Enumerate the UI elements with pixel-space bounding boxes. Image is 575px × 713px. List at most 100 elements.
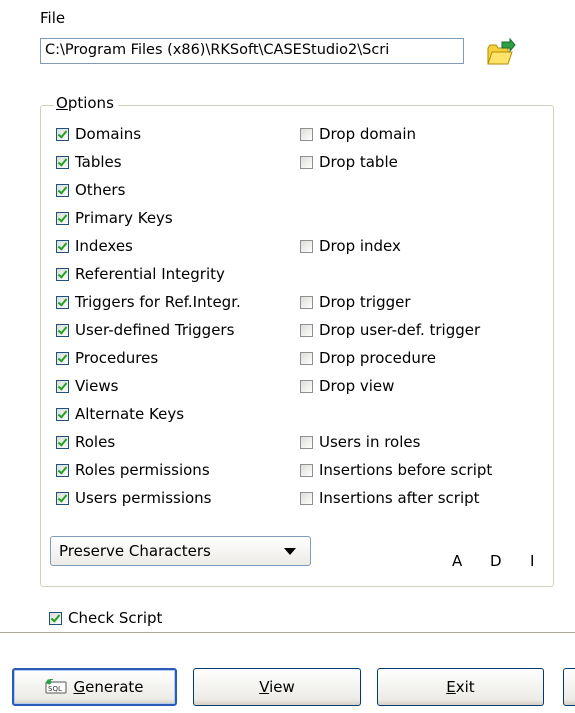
checkbox-users-permissions[interactable]: Users permissions bbox=[56, 489, 212, 507]
checkbox-others[interactable]: Others bbox=[56, 181, 125, 199]
case-letter-d[interactable]: D bbox=[490, 552, 502, 570]
checkbox-drop-index[interactable]: Drop index bbox=[300, 237, 401, 255]
checkbox-tables[interactable]: Tables bbox=[56, 153, 122, 171]
options-legend: Options bbox=[54, 94, 118, 112]
separator bbox=[0, 632, 575, 636]
file-path-input[interactable]: C:\Program Files (x86)\RKSoft\CASEStudio… bbox=[40, 38, 464, 64]
checkbox-box[interactable] bbox=[56, 491, 69, 505]
checkbox-box[interactable] bbox=[300, 155, 313, 169]
checkbox-label: Insertions after script bbox=[319, 489, 480, 507]
checkbox-label: Drop procedure bbox=[319, 349, 436, 367]
checkbox-label: Users in roles bbox=[319, 433, 421, 451]
case-select-value: Preserve Characters bbox=[59, 542, 211, 560]
checkbox-box[interactable] bbox=[56, 351, 69, 365]
file-label: File bbox=[40, 9, 66, 27]
checkbox-box[interactable] bbox=[56, 127, 69, 141]
checkbox-box[interactable] bbox=[56, 183, 69, 197]
generate-button[interactable]: SQL Generate bbox=[12, 668, 177, 706]
checkbox-box[interactable] bbox=[300, 463, 313, 477]
checkbox-label: Referential Integrity bbox=[75, 265, 225, 283]
checkbox-drop-view[interactable]: Drop view bbox=[300, 377, 394, 395]
checkbox-roles-permissions[interactable]: Roles permissions bbox=[56, 461, 210, 479]
checkbox-triggers-ref-integr[interactable]: Triggers for Ref.Integr. bbox=[56, 293, 241, 311]
checkbox-label: Triggers for Ref.Integr. bbox=[75, 293, 241, 311]
checkbox-user-defined-triggers[interactable]: User-defined Triggers bbox=[56, 321, 234, 339]
checkbox-indexes[interactable]: Indexes bbox=[56, 237, 133, 255]
checkbox-label: User-defined Triggers bbox=[75, 321, 235, 339]
view-label: View bbox=[259, 678, 295, 696]
generate-mnemonic: G bbox=[73, 678, 86, 696]
options-legend-mnemonic: O bbox=[56, 94, 68, 112]
checkbox-box[interactable] bbox=[300, 351, 313, 365]
checkbox-views[interactable]: Views bbox=[56, 377, 118, 395]
checkbox-alternate-keys[interactable]: Alternate Keys bbox=[56, 405, 184, 423]
checkbox-box[interactable] bbox=[56, 155, 69, 169]
checkbox-label: Roles permissions bbox=[75, 461, 210, 479]
checkbox-box[interactable] bbox=[300, 435, 313, 449]
checkbox-box[interactable] bbox=[56, 211, 69, 225]
checkbox-box[interactable] bbox=[56, 407, 69, 421]
checkbox-box[interactable] bbox=[56, 295, 69, 309]
checkbox-drop-procedure[interactable]: Drop procedure bbox=[300, 349, 436, 367]
sql-generate-icon: SQL bbox=[45, 678, 67, 695]
checkbox-users-in-roles[interactable]: Users in roles bbox=[300, 433, 420, 451]
checkbox-domains[interactable]: Domains bbox=[56, 125, 141, 143]
checkbox-box[interactable] bbox=[300, 379, 313, 393]
generate-label: Generate bbox=[73, 678, 143, 696]
checkbox-label: Primary Keys bbox=[75, 209, 173, 227]
checkbox-box[interactable] bbox=[300, 323, 313, 337]
chevron-down-icon[interactable] bbox=[284, 548, 296, 555]
checkbox-drop-trigger[interactable]: Drop trigger bbox=[300, 293, 411, 311]
checkbox-label: Indexes bbox=[75, 237, 133, 255]
checkbox-box[interactable] bbox=[300, 491, 313, 505]
checkbox-box[interactable] bbox=[300, 295, 313, 309]
checkbox-procedures[interactable]: Procedures bbox=[56, 349, 158, 367]
checkbox-drop-user-def-trigger[interactable]: Drop user-def. trigger bbox=[300, 321, 480, 339]
checkbox-roles[interactable]: Roles bbox=[56, 433, 115, 451]
checkbox-label: Others bbox=[75, 181, 126, 199]
partial-button[interactable] bbox=[563, 668, 575, 706]
checkbox-insertions-before-script[interactable]: Insertions before script bbox=[300, 461, 492, 479]
checkbox-referential-integrity[interactable]: Referential Integrity bbox=[56, 265, 225, 283]
generate-label-rest: enerate bbox=[85, 678, 144, 696]
checkbox-drop-domain[interactable]: Drop domain bbox=[300, 125, 416, 143]
checkbox-box[interactable] bbox=[300, 239, 313, 253]
checkbox-insertions-after-script[interactable]: Insertions after script bbox=[300, 489, 480, 507]
options-groupbox bbox=[40, 105, 554, 587]
checkbox-label: Views bbox=[75, 377, 119, 395]
exit-mnemonic: E bbox=[446, 678, 456, 696]
view-mnemonic: V bbox=[259, 678, 270, 696]
checkbox-drop-table[interactable]: Drop table bbox=[300, 153, 398, 171]
checkbox-label: Drop view bbox=[319, 377, 395, 395]
checkbox-primary-keys[interactable]: Primary Keys bbox=[56, 209, 173, 227]
exit-label: Exit bbox=[446, 678, 474, 696]
checkbox-label: Alternate Keys bbox=[75, 405, 185, 423]
checkbox-box[interactable] bbox=[49, 611, 62, 625]
case-letter-a[interactable]: A bbox=[452, 552, 462, 570]
checkbox-check-script[interactable]: Check Script bbox=[49, 609, 162, 627]
checkbox-box[interactable] bbox=[56, 239, 69, 253]
folder-open-icon[interactable] bbox=[484, 37, 516, 68]
case-letter-i[interactable]: I bbox=[530, 552, 534, 570]
exit-label-rest: xit bbox=[455, 678, 475, 696]
checkbox-label: Procedures bbox=[75, 349, 159, 367]
view-button[interactable]: View bbox=[193, 668, 361, 706]
checkbox-box[interactable] bbox=[56, 323, 69, 337]
exit-button[interactable]: Exit bbox=[377, 668, 544, 706]
checkbox-label: Check Script bbox=[68, 609, 163, 627]
checkbox-box[interactable] bbox=[300, 127, 313, 141]
checkbox-box[interactable] bbox=[56, 267, 69, 281]
checkbox-label: Roles bbox=[75, 433, 116, 451]
checkbox-label: Users permissions bbox=[75, 489, 212, 507]
svg-text:SQL: SQL bbox=[48, 685, 62, 693]
checkbox-label: Drop table bbox=[319, 153, 398, 171]
checkbox-label: Drop user-def. trigger bbox=[319, 321, 481, 339]
checkbox-box[interactable] bbox=[56, 463, 69, 477]
checkbox-label: Tables bbox=[75, 153, 122, 171]
options-legend-rest: ptions bbox=[67, 94, 114, 112]
view-label-rest: iew bbox=[269, 678, 295, 696]
checkbox-label: Insertions before script bbox=[319, 461, 493, 479]
case-select-dropdown[interactable]: Preserve Characters bbox=[50, 536, 311, 566]
checkbox-box[interactable] bbox=[56, 435, 69, 449]
checkbox-box[interactable] bbox=[56, 379, 69, 393]
